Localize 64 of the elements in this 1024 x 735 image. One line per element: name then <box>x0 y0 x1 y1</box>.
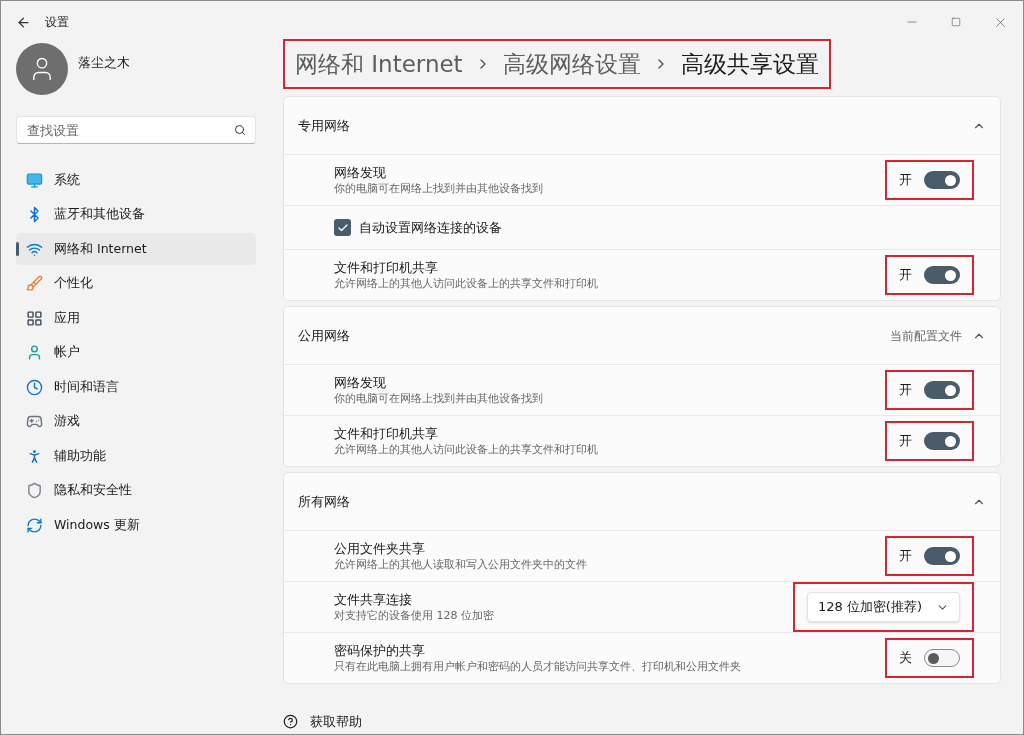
window-title: 设置 <box>45 14 69 31</box>
setting-description: 允许网络上的其他人读取和写入公用文件夹中的文件 <box>334 557 588 572</box>
section-title: 专用网络 <box>298 116 351 135</box>
user-name: 落尘之木 <box>78 54 130 73</box>
toggle-switch[interactable] <box>924 432 960 450</box>
apps-icon <box>26 309 43 327</box>
toggle-switch[interactable] <box>924 381 960 399</box>
toggle-state-label: 开 <box>899 381 912 400</box>
nav-item[interactable]: 游戏 <box>16 405 256 438</box>
setting-title: 文件和打印机共享 <box>334 259 439 276</box>
nav-item[interactable]: 帐户 <box>16 336 256 369</box>
help-link[interactable]: 获取帮助 <box>310 712 362 732</box>
setting-description: 你的电脑可在网络上找到并由其他设备找到 <box>334 181 544 196</box>
shield-icon <box>26 482 43 499</box>
nav-item[interactable]: 蓝牙和其他设备 <box>16 198 256 231</box>
setting-title: 公用文件夹共享 <box>334 540 426 557</box>
search-icon <box>234 124 246 136</box>
setting-title: 文件共享连接 <box>334 591 413 608</box>
search-field[interactable]: 查找设置 <box>16 116 256 144</box>
section-note: 当前配置文件 <box>890 327 962 345</box>
breadcrumb-item[interactable]: 网络和 Internet <box>295 46 463 82</box>
toggle-switch[interactable] <box>924 266 960 284</box>
person-icon <box>26 344 43 361</box>
toggle-switch[interactable] <box>924 547 960 565</box>
section-title: 所有网络 <box>298 492 351 511</box>
help-icon <box>283 714 298 730</box>
nav-item[interactable]: 应用 <box>16 302 256 334</box>
gamepad-icon <box>26 413 43 430</box>
refresh-icon <box>26 516 43 534</box>
setting-title: 密码保护的共享 <box>334 642 426 659</box>
selection-indicator <box>16 242 19 256</box>
avatar[interactable] <box>16 43 68 95</box>
section-title: 公用网络 <box>298 326 351 345</box>
breadcrumb-item: 高级共享设置 <box>680 49 819 79</box>
toggle-state-label: 开 <box>899 547 912 566</box>
toggle-state-label: 开 <box>899 171 912 190</box>
toggle-switch[interactable] <box>924 171 960 189</box>
setting-description: 对支持它的设备使用 128 位加密 <box>334 608 495 623</box>
toggle-switch[interactable] <box>924 649 960 667</box>
nav-item[interactable]: 辅助功能 <box>16 440 256 472</box>
nav-item[interactable]: 网络和 Internet <box>16 233 256 265</box>
checkbox-label: 自动设置网络连接的设备 <box>359 218 502 237</box>
monitor-icon <box>26 171 43 189</box>
clock-icon <box>26 378 43 396</box>
back-icon[interactable] <box>16 14 31 30</box>
nav-item[interactable]: 时间和语言 <box>16 371 256 403</box>
toggle-state-label: 开 <box>899 266 912 285</box>
setting-description: 只有在此电脑上拥有用户帐户和密码的人员才能访问共享文件、打印机和公用文件夹 <box>334 659 742 674</box>
checkbox[interactable] <box>334 219 351 236</box>
nav-item[interactable]: Windows 更新 <box>16 509 256 541</box>
setting-description: 允许网络上的其他人访问此设备上的共享文件和打印机 <box>334 442 599 457</box>
nav-item[interactable]: 隐私和安全性 <box>16 474 256 507</box>
setting-title: 网络发现 <box>334 164 387 181</box>
setting-description: 允许网络上的其他人访问此设备上的共享文件和打印机 <box>334 276 599 291</box>
encryption-dropdown[interactable]: 128 位加密(推荐) <box>806 592 960 622</box>
nav-item[interactable]: 系统 <box>16 164 256 196</box>
breadcrumb-item[interactable]: 高级网络设置 <box>502 46 641 82</box>
setting-description: 你的电脑可在网络上找到并由其他设备找到 <box>334 391 544 406</box>
toggle-state-label: 关 <box>899 649 912 668</box>
nav-item[interactable]: 个性化 <box>16 267 256 300</box>
toggle-state-label: 开 <box>899 432 912 451</box>
setting-title: 文件和打印机共享 <box>334 425 439 442</box>
setting-title: 网络发现 <box>334 374 387 391</box>
brush-icon <box>26 275 43 292</box>
